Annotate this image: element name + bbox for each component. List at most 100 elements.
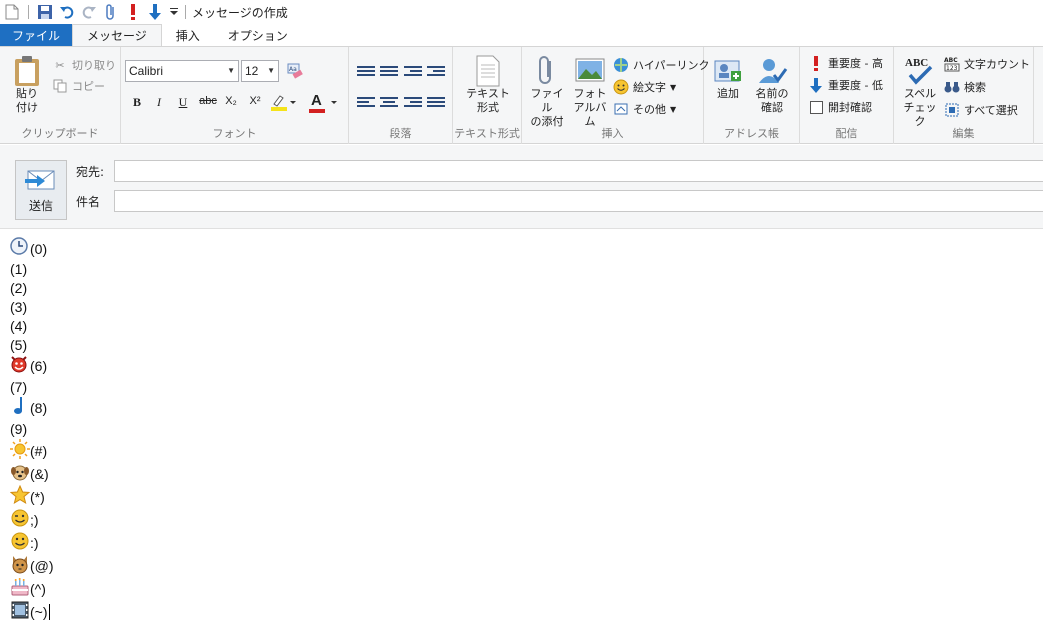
low-importance-button[interactable]: 重要度 - 低	[808, 77, 883, 93]
hyperlink-button[interactable]: ハイパーリンク	[613, 57, 710, 73]
clock-emoji-icon	[10, 237, 30, 257]
read-receipt-checkbox[interactable]: 開封確認	[808, 99, 872, 115]
attach-file-button[interactable]: ファイル の添付	[528, 55, 566, 129]
justify-icon[interactable]	[427, 97, 445, 111]
send-button[interactable]: 送信	[15, 160, 67, 220]
dog-emoji-icon	[10, 462, 30, 482]
decrease-indent-icon[interactable]	[404, 66, 422, 80]
find-label: 検索	[964, 81, 986, 94]
bullet-list-icon[interactable]	[380, 66, 398, 80]
tab-file[interactable]: ファイル	[0, 24, 73, 46]
plain-text-label: テキスト 形式	[466, 87, 510, 114]
strikethrough-button[interactable]: abc	[197, 95, 219, 107]
body-line-text: (6)	[30, 358, 48, 374]
insert-other-button[interactable]: その他 ▼	[613, 101, 676, 117]
spell-check-label: スペル チェック	[903, 87, 937, 128]
paragraph-group-label: 段落	[389, 127, 412, 140]
body-line: (2)	[10, 276, 27, 296]
to-field[interactable]	[114, 160, 1043, 182]
high-importance-icon[interactable]	[123, 2, 143, 22]
body-line-text: (5)	[10, 337, 28, 353]
body-line-text: (9)	[10, 421, 28, 437]
down-arrow-icon	[808, 77, 824, 93]
align-right-icon[interactable]	[404, 97, 422, 111]
body-line: (7)	[10, 375, 27, 395]
send-label: 送信	[28, 199, 53, 213]
spell-check-icon: ABC	[905, 57, 933, 85]
insert-group: ファイル の添付 フォト アルバム ハイパーリンク 絵文字 ▼ その他 ▼ 挿入	[522, 47, 710, 144]
word-count-icon: ABC 123	[944, 56, 960, 72]
font-color-button[interactable]: A	[307, 92, 339, 114]
ribbon: 貼り 付け ✂ 切り取り コピー クリップボード Calibri ▼ 12 ▼ Aa …	[0, 46, 1043, 144]
window-title: メッセージの作成	[192, 5, 288, 20]
align-center-icon[interactable]	[380, 97, 398, 111]
svg-text:ABC: ABC	[944, 57, 958, 64]
svg-text:ABC: ABC	[905, 57, 928, 69]
separator	[28, 5, 29, 19]
check-names-button[interactable]: 名前の 確認	[750, 55, 794, 115]
add-contact-icon	[714, 60, 741, 82]
paste-button[interactable]: 貼り 付け	[8, 55, 46, 115]
find-button[interactable]: 検索	[944, 79, 986, 95]
body-line-text: (*)	[30, 489, 45, 505]
copy-button[interactable]: コピー	[52, 78, 105, 94]
customize-toolbar-icon[interactable]	[167, 2, 181, 22]
align-left-icon[interactable]	[357, 97, 375, 111]
clear-formatting-icon[interactable]: Aa	[287, 63, 303, 82]
attach-file-label: ファイル の添付	[530, 87, 564, 128]
chevron-down-icon: ▼	[267, 66, 275, 75]
save-icon[interactable]	[35, 2, 55, 22]
tab-insert[interactable]: 挿入	[162, 24, 214, 46]
italic-button[interactable]: I	[149, 95, 169, 110]
cat-emoji-icon	[10, 554, 30, 574]
film-emoji-icon	[10, 600, 30, 620]
add-contact-button[interactable]: 追加	[710, 55, 746, 101]
quick-access-toolbar: メッセージの作成	[0, 0, 1043, 24]
emoji-button[interactable]: 絵文字 ▼	[613, 79, 676, 95]
superscript-button[interactable]: X²	[245, 95, 265, 107]
tab-options[interactable]: オプション	[214, 24, 302, 46]
body-line-text: (^)	[30, 581, 46, 597]
increase-indent-icon[interactable]	[427, 66, 445, 80]
select-all-button[interactable]: すべて選択	[944, 102, 1018, 118]
cut-button[interactable]: ✂ 切り取り	[52, 57, 116, 73]
exclamation-icon	[808, 55, 824, 71]
numbered-list-icon[interactable]	[357, 66, 375, 80]
paperclip-icon[interactable]	[101, 2, 121, 22]
sun-emoji-icon	[10, 439, 30, 459]
editing-group-label: 編集	[952, 127, 975, 140]
redo-icon[interactable]	[79, 2, 99, 22]
insert-other-label: その他	[633, 103, 666, 116]
body-line-text: (7)	[10, 379, 28, 395]
message-body[interactable]: (0) (1) (2) (3) (4) (5) (6) (7) (8) (9) (#) (&) (*);…	[0, 229, 1043, 639]
high-importance-button[interactable]: 重要度 - 高	[808, 55, 883, 71]
body-line: (^)	[10, 577, 46, 597]
clipboard-icon	[15, 56, 39, 86]
address-book-group-label: アドレス帳	[724, 127, 779, 140]
subscript-button[interactable]: X₂	[221, 95, 241, 107]
smile-emoji-icon	[10, 531, 30, 551]
body-line: ;)	[10, 508, 39, 528]
subject-field[interactable]	[114, 190, 1043, 212]
font-family-select[interactable]: Calibri ▼	[125, 60, 239, 82]
tab-message[interactable]: メッセージ	[72, 24, 162, 46]
font-family-value: Calibri	[129, 64, 164, 78]
underline-button[interactable]: U	[173, 95, 193, 110]
scissors-icon: ✂	[55, 58, 65, 72]
highlight-color-button[interactable]	[269, 93, 297, 113]
spell-check-button[interactable]: ABC スペル チェック	[900, 55, 940, 129]
photo-album-button[interactable]: フォト アルバム	[570, 55, 610, 129]
plain-text-button[interactable]: テキスト 形式	[463, 55, 513, 115]
text-format-group-label: テキスト形式	[454, 127, 520, 140]
word-count-button[interactable]: ABC 123 文字カウント	[944, 56, 1030, 72]
text-format-group: テキスト 形式 テキスト形式	[453, 47, 522, 144]
highlighter-icon	[271, 95, 296, 111]
copy-icon	[52, 78, 68, 94]
new-document-icon[interactable]	[2, 2, 22, 22]
undo-icon[interactable]	[57, 2, 77, 22]
bold-button[interactable]: B	[127, 95, 147, 110]
font-size-select[interactable]: 12 ▼	[241, 60, 279, 82]
low-importance-icon[interactable]	[145, 2, 165, 22]
editing-group: ABC スペル チェック ABC 123 文字カウント 検索 すべて選択 編集	[894, 47, 1034, 144]
document-icon	[476, 55, 500, 87]
